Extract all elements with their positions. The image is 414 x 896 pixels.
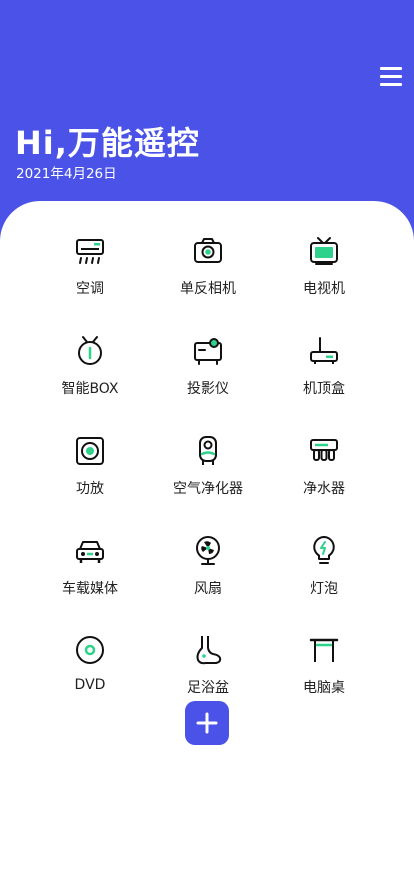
foot-bath-icon	[196, 636, 222, 665]
water-purifier-icon	[310, 439, 338, 461]
light-bulb-icon	[313, 536, 335, 564]
projector-icon	[194, 338, 222, 365]
hamburger-menu-icon	[380, 67, 402, 70]
menu-button[interactable]	[376, 62, 406, 90]
device-label: 灯泡	[310, 581, 338, 597]
device-fan[interactable]: 风扇	[143, 535, 273, 615]
device-car-media[interactable]: 车载媒体	[25, 535, 155, 615]
device-dvd[interactable]: DVD	[25, 634, 155, 714]
add-device-button[interactable]	[185, 701, 229, 745]
device-projector[interactable]: 投影仪	[143, 335, 273, 415]
current-date: 2021年4月26日	[16, 166, 117, 182]
device-air-purifier[interactable]: 空气净化器	[143, 435, 273, 515]
device-label: 机顶盒	[303, 381, 345, 397]
camera-icon	[194, 238, 222, 263]
device-tv[interactable]: 电视机	[259, 235, 389, 315]
device-label: 电脑桌	[303, 680, 345, 696]
device-label: 净水器	[303, 481, 345, 497]
page-title: Hi,万能遥控	[15, 124, 200, 162]
plus-icon	[196, 712, 218, 734]
hamburger-menu-line	[380, 75, 402, 78]
air-purifier-icon	[199, 436, 217, 465]
amplifier-icon	[76, 437, 104, 465]
device-label: 智能BOX	[61, 381, 119, 397]
smart-box-icon	[78, 336, 102, 365]
device-label: 投影仪	[187, 381, 229, 397]
device-water-purifier[interactable]: 净水器	[259, 435, 389, 515]
device-label: 车载媒体	[62, 581, 118, 597]
device-light-bulb[interactable]: 灯泡	[259, 535, 389, 615]
computer-desk-icon	[309, 638, 339, 662]
hamburger-menu-line	[380, 83, 402, 86]
device-amplifier[interactable]: 功放	[25, 435, 155, 515]
device-camera[interactable]: 单反相机	[143, 235, 273, 315]
device-label: DVD	[74, 677, 106, 693]
device-smart-box[interactable]: 智能BOX	[25, 335, 155, 415]
device-label: 单反相机	[180, 281, 236, 297]
device-set-top-box[interactable]: 机顶盒	[259, 335, 389, 415]
device-label: 电视机	[303, 281, 345, 297]
tv-icon	[310, 237, 338, 265]
device-air-conditioner[interactable]: 空调	[25, 235, 155, 315]
air-conditioner-icon	[76, 239, 104, 264]
car-media-icon	[76, 541, 104, 563]
fan-icon	[196, 536, 220, 565]
dvd-icon	[76, 636, 104, 664]
device-label: 功放	[76, 481, 104, 497]
device-computer-desk[interactable]: 电脑桌	[259, 634, 389, 714]
device-label: 风扇	[194, 581, 222, 597]
set-top-box-icon	[310, 337, 338, 364]
device-label: 空气净化器	[173, 481, 243, 497]
device-label: 足浴盆	[187, 680, 229, 696]
device-label: 空调	[76, 281, 104, 297]
